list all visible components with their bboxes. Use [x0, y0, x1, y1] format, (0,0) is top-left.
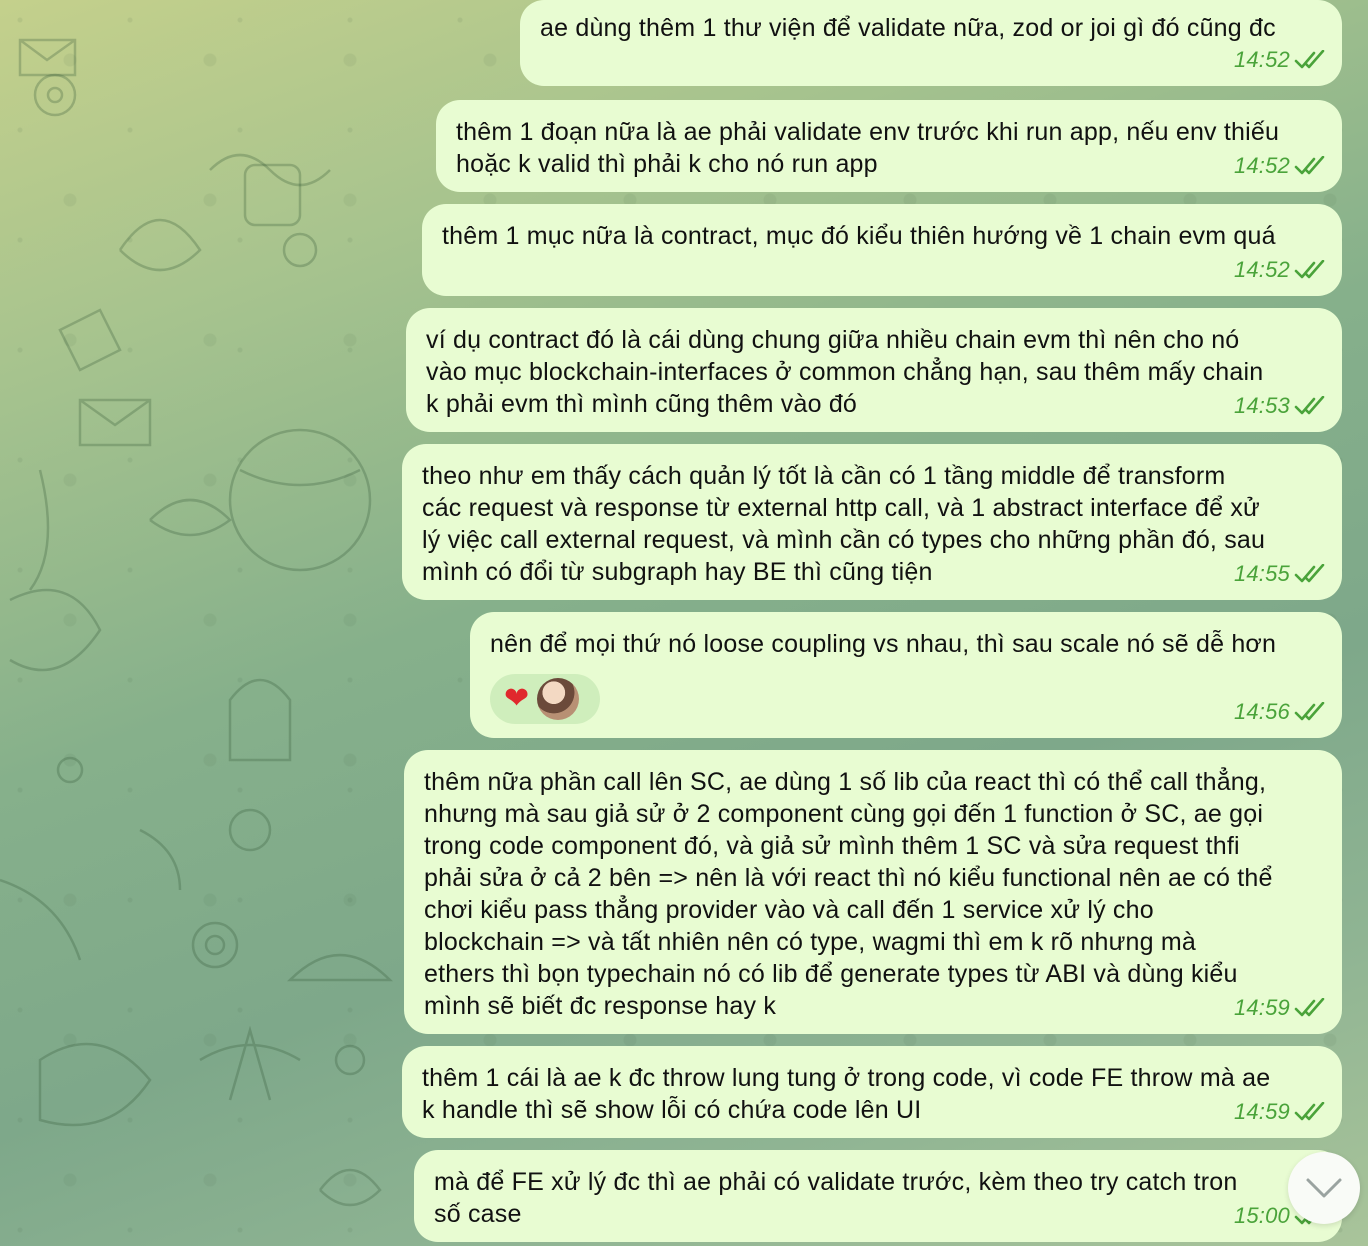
message-text: thêm 1 mục nữa là contract, mục đó kiểu … [442, 222, 1276, 250]
message-time: 14:56 [1233, 699, 1290, 724]
message-bubble[interactable]: thêm 1 cái là ae k đc throw lung tung ở … [402, 1046, 1342, 1138]
message-bubble[interactable]: ví dụ contract đó là cái dùng chung giữa… [406, 308, 1342, 432]
message-meta: 14:52 [1234, 150, 1326, 182]
message-time: 14:59 [1233, 995, 1290, 1020]
message-text: thêm nữa phần call lên SC, ae dùng 1 số … [424, 768, 1273, 1020]
double-check-icon [1294, 998, 1325, 1017]
doodle-pattern [0, 38, 394, 1207]
chevron-down-icon [1306, 1178, 1342, 1198]
message-meta: 14:59 [1234, 1096, 1326, 1128]
heart-reaction-icon[interactable]: ❤ [504, 684, 529, 714]
message-text: theo như em thấy cách quản lý tốt là cần… [422, 462, 1266, 586]
double-check-icon [1294, 564, 1325, 583]
message-bubble[interactable]: ae dùng thêm 1 thư viện để validate nữa,… [520, 0, 1342, 86]
message-time: 14:53 [1233, 393, 1290, 418]
message-bubble[interactable]: thêm 1 mục nữa là contract, mục đó kiểu … [422, 204, 1342, 296]
message-time: 14:59 [1233, 1099, 1290, 1124]
message-time: 14:52 [1233, 47, 1290, 72]
message-bubble[interactable]: theo như em thấy cách quản lý tốt là cần… [402, 444, 1342, 600]
double-check-icon [1294, 702, 1325, 721]
message-meta: 14:59 [1234, 992, 1326, 1024]
message-text: ví dụ contract đó là cái dùng chung giữa… [426, 326, 1264, 418]
message-time: 15:00 [1233, 1203, 1290, 1228]
message-time: 14:52 [1233, 257, 1290, 282]
message-text: thêm 1 cái là ae k đc throw lung tung ở … [422, 1064, 1271, 1124]
message-text: thêm 1 đoạn nữa là ae phải validate env … [456, 118, 1280, 178]
reactor-avatar [537, 678, 580, 720]
reaction-bar[interactable]: ❤ [490, 674, 600, 724]
message-meta: 14:56 [1234, 696, 1326, 728]
scroll-to-bottom-button[interactable] [1288, 1152, 1360, 1224]
message-time: 14:55 [1233, 561, 1290, 586]
message-text: nên để mọi thứ nó loose coupling vs nhau… [490, 630, 1277, 658]
message-text: mà để FE xử lý đc thì ae phải có validat… [434, 1168, 1238, 1228]
message-text: ae dùng thêm 1 thư viện để validate nữa,… [540, 14, 1276, 42]
message-meta: 14:52 [1234, 44, 1326, 76]
double-check-icon [1294, 1102, 1325, 1121]
message-bubble[interactable]: thêm 1 đoạn nữa là ae phải validate env … [436, 100, 1342, 192]
message-meta: 14:52 [1234, 254, 1326, 286]
message-time: 14:52 [1233, 153, 1290, 178]
message-bubble[interactable]: thêm nữa phần call lên SC, ae dùng 1 số … [404, 750, 1342, 1034]
double-check-icon [1294, 156, 1325, 175]
message-bubble[interactable]: nên để mọi thứ nó loose coupling vs nhau… [470, 612, 1342, 738]
double-check-icon [1294, 260, 1325, 279]
double-check-icon [1294, 50, 1325, 69]
double-check-icon [1294, 396, 1325, 415]
message-meta: 14:53 [1234, 390, 1326, 422]
message-bubble[interactable]: mà để FE xử lý đc thì ae phải có validat… [414, 1150, 1342, 1242]
message-meta: 14:55 [1234, 558, 1326, 590]
